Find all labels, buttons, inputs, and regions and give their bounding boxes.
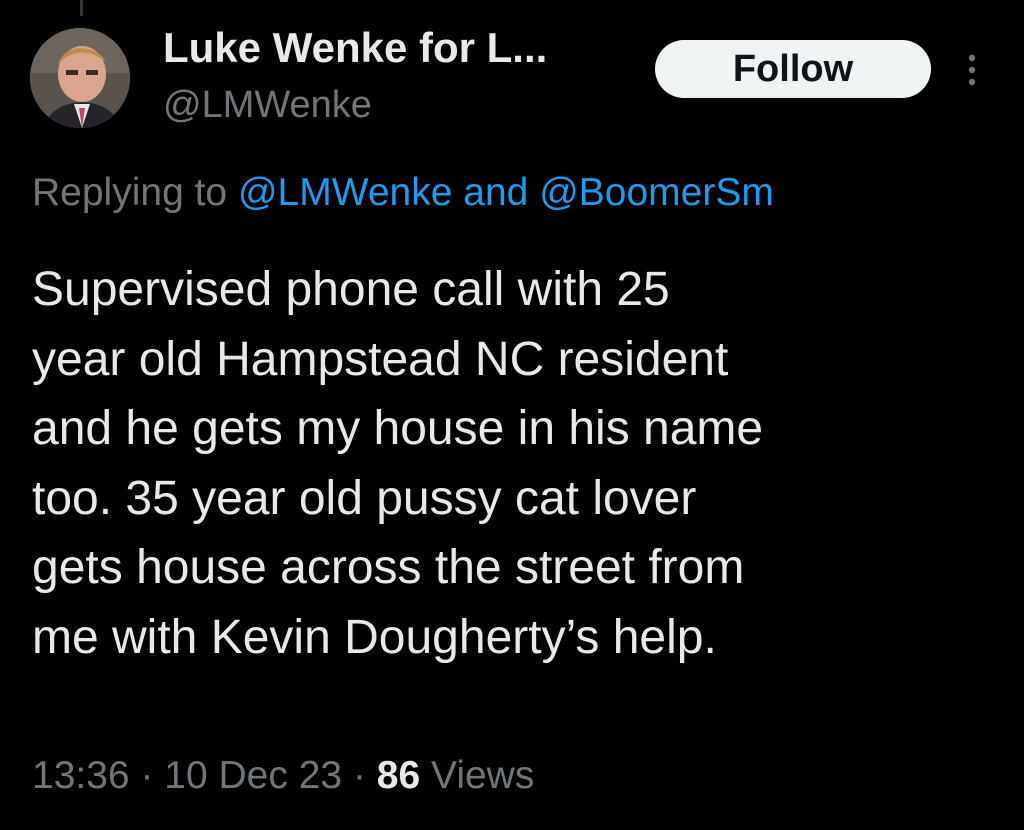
thread-connector-line: [80, 0, 83, 16]
tweet-text-line: gets house across the street from: [32, 541, 745, 595]
author-info[interactable]: Luke Wenke for L... @LMWenke: [163, 24, 547, 128]
separator-dot: ·: [140, 754, 154, 797]
mention-link[interactable]: @LMWenke: [238, 171, 452, 214]
mention-link[interactable]: @BoomerSm: [539, 171, 774, 214]
views-label[interactable]: Views: [431, 754, 534, 797]
more-vertical-icon[interactable]: [960, 50, 984, 90]
tweet-time[interactable]: 13:36: [32, 754, 130, 797]
reply-context: Replying to @LMWenke and @BoomerSm: [32, 168, 774, 218]
views-count[interactable]: 86: [377, 754, 420, 797]
tweet-text-line: and he gets my house in his name: [32, 402, 764, 456]
separator-dot: ·: [352, 754, 366, 797]
author-display-name[interactable]: Luke Wenke for L...: [163, 24, 547, 72]
tweet-metadata: 13:36 · 10 Dec 23 · 86 Views: [32, 750, 534, 802]
tweet-text-line: too. 35 year old pussy cat lover: [32, 471, 697, 525]
avatar[interactable]: [30, 28, 130, 128]
avatar-photo: [30, 28, 130, 128]
author-handle[interactable]: @LMWenke: [163, 82, 547, 128]
tweet-text: Supervised phone call with 25 year old H…: [32, 255, 1022, 673]
follow-button[interactable]: Follow: [655, 40, 931, 98]
mention-separator[interactable]: and: [463, 171, 528, 214]
tweet-text-line: Supervised phone call with 25: [32, 263, 670, 316]
tweet-text-line: me with Kevin Dougherty’s help.: [32, 610, 717, 664]
tweet-date[interactable]: 10 Dec 23: [164, 754, 342, 797]
reply-prefix: Replying to: [32, 171, 228, 214]
tweet-text-line: year old Hampstead NC resident: [32, 332, 729, 386]
